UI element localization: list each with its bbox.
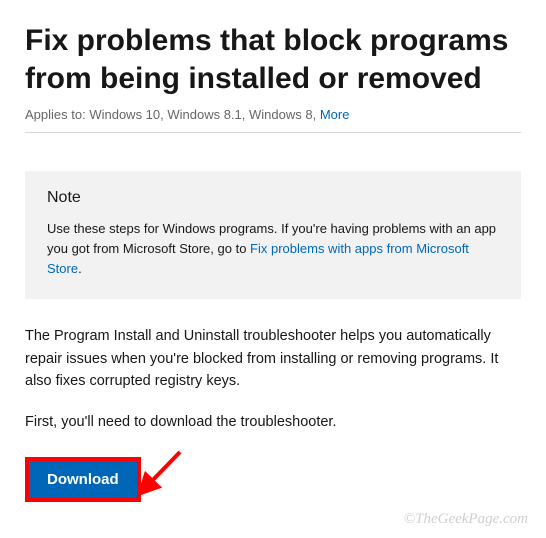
note-text: Use these steps for Windows programs. If…: [47, 219, 499, 279]
note-box: Note Use these steps for Windows program…: [25, 171, 521, 299]
applies-list: Windows 10, Windows 8.1, Windows 8,: [89, 107, 319, 122]
body-paragraph-1: The Program Install and Uninstall troubl…: [25, 325, 521, 392]
note-text-after: .: [78, 261, 82, 276]
watermark: ©TheGeekPage.com: [404, 511, 528, 528]
applies-label: Applies to:: [25, 107, 89, 122]
download-highlight: Download: [25, 457, 141, 502]
page-title: Fix problems that block programs from be…: [25, 22, 521, 97]
annotation-arrow-icon: [140, 447, 190, 497]
download-button[interactable]: Download: [29, 461, 137, 498]
body-paragraph-2: First, you'll need to download the troub…: [25, 411, 521, 433]
applies-to-row: Applies to: Windows 10, Windows 8.1, Win…: [25, 107, 521, 133]
more-link[interactable]: More: [320, 107, 350, 122]
note-title: Note: [47, 189, 499, 207]
